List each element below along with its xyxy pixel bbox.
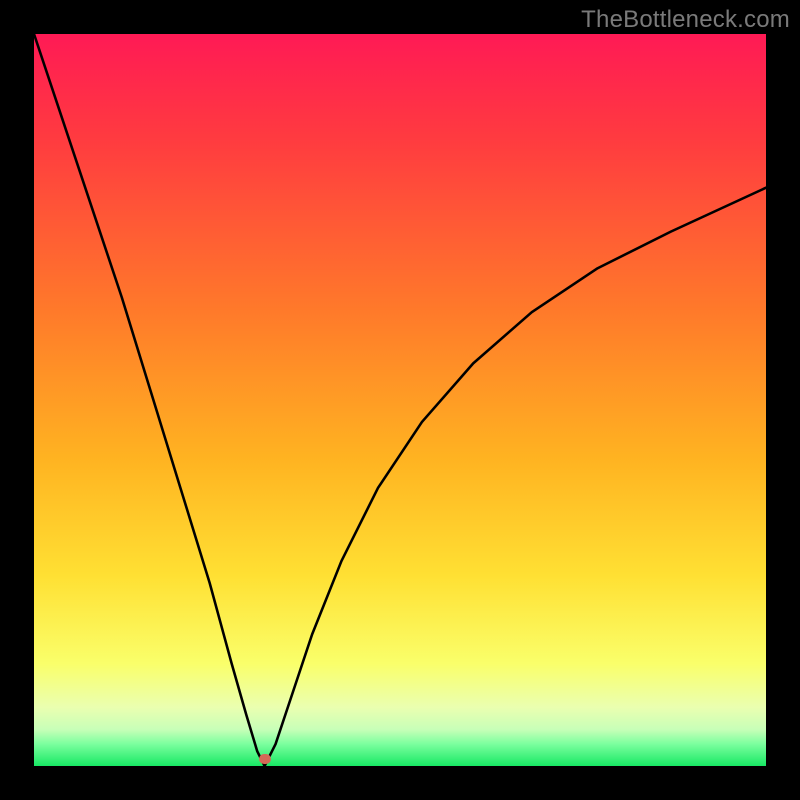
optimal-point-marker xyxy=(259,754,271,764)
bottleneck-curve xyxy=(34,34,766,766)
watermark-text: TheBottleneck.com xyxy=(581,6,790,34)
plot-area xyxy=(34,34,766,766)
curve-layer xyxy=(34,34,766,766)
chart-container: TheBottleneck.com xyxy=(0,0,800,800)
